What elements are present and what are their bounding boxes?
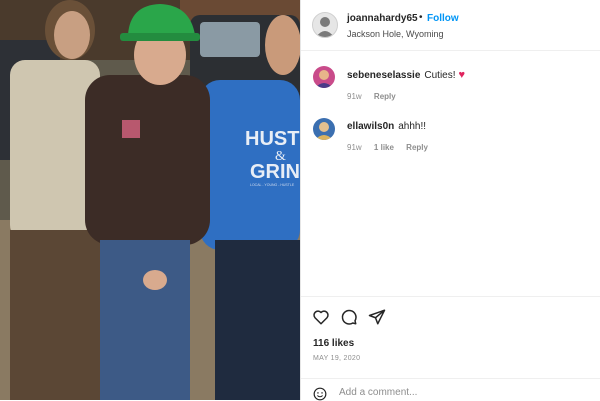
avatar-icon [313, 13, 337, 37]
add-comment-row [301, 378, 600, 401]
comment-age: 91w [347, 92, 362, 101]
avatar-icon [313, 66, 335, 88]
photo-scene: HUSTL & GRIN LOCAL - YOUNG - HUSTLE [0, 0, 300, 400]
separator-dot: • [419, 12, 423, 23]
comment-likes-link[interactable]: 1 like [374, 143, 394, 152]
hoodie-print-line2: GRIN [250, 161, 300, 183]
post-photo[interactable]: HUSTL & GRIN LOCAL - YOUNG - HUSTLE [0, 0, 300, 400]
add-comment-input[interactable] [339, 387, 579, 398]
avatar[interactable] [313, 66, 335, 88]
comment-username[interactable]: sebeneselassie [347, 70, 420, 81]
post-details-panel: joannahardy65 • Follow Jackson Hole, Wyo… [300, 0, 600, 401]
comment-meta: 91w 1 like Reply [347, 143, 438, 152]
follow-button[interactable]: Follow [427, 13, 459, 24]
reply-button[interactable]: Reply [406, 143, 428, 152]
instagram-post-view: HUSTL & GRIN LOCAL - YOUNG - HUSTLE [0, 0, 600, 401]
action-bar [301, 296, 600, 337]
avatar[interactable] [312, 12, 338, 38]
share-icon[interactable] [368, 308, 386, 326]
post-date: MAY 19, 2020 [313, 355, 361, 362]
post-location[interactable]: Jackson Hole, Wyoming [347, 29, 443, 39]
comment-text: ahhh!! [398, 121, 427, 132]
comment-username[interactable]: ellawils0n [347, 121, 394, 132]
post-header: joannahardy65 • Follow Jackson Hole, Wyo… [301, 0, 600, 51]
reply-button[interactable]: Reply [374, 92, 396, 101]
comment-text: Cuties! [424, 70, 456, 81]
avatar-icon [313, 118, 335, 140]
likes-count[interactable]: 116 likes [313, 338, 354, 349]
comment-meta: 91w Reply [347, 92, 406, 101]
comment-age: 91w [347, 143, 362, 152]
avatar[interactable] [313, 118, 335, 140]
comment-icon[interactable] [340, 308, 358, 326]
hoodie-print-small: LOCAL - YOUNG - HUSTLE [250, 183, 295, 187]
hoodie-print-line1: HUSTL [245, 128, 300, 150]
heart-emoji-icon: ♥ [458, 69, 466, 81]
heart-icon[interactable] [312, 308, 330, 326]
post-username[interactable]: joannahardy65 [347, 13, 418, 24]
smiley-icon[interactable] [313, 387, 327, 401]
